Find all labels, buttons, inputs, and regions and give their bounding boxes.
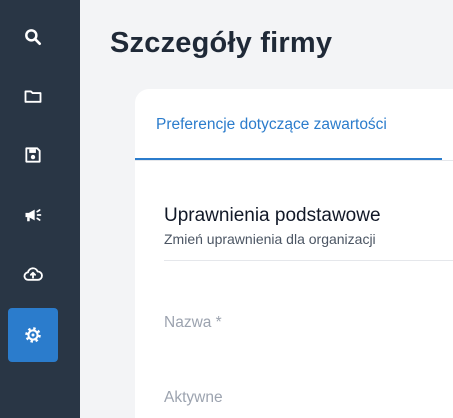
tab-content-preferences[interactable]: Preferencje dotyczące zawartości	[135, 89, 442, 161]
section-subtitle: Zmień uprawnienia dla organizacji	[164, 231, 376, 247]
active-field-label: Aktywne	[164, 389, 223, 406]
sidebar-item-upload[interactable]	[8, 247, 58, 301]
main-content: Szczegóły firmy Preferencje dotyczące za…	[80, 0, 453, 418]
sidebar-item-campaigns[interactable]	[8, 188, 58, 242]
search-icon	[25, 29, 42, 46]
save-icon	[25, 147, 41, 163]
sidebar	[0, 0, 80, 418]
tabs-divider	[135, 160, 453, 161]
section-title: Uprawnienia podstawowe	[164, 205, 381, 226]
page-title: Szczegóły firmy	[110, 27, 333, 59]
section-divider	[164, 260, 453, 261]
sidebar-item-settings[interactable]	[8, 308, 58, 362]
sidebar-item-folder[interactable]	[8, 69, 58, 123]
name-field-label: Nazwa *	[164, 314, 222, 331]
sidebar-item-search[interactable]	[8, 10, 58, 64]
tab-label: Preferencje dotyczące zawartości	[156, 116, 387, 133]
company-details-card: Preferencje dotyczące zawartości Uprawni…	[135, 89, 453, 418]
folder-icon	[24, 90, 42, 103]
megaphone-icon	[25, 209, 42, 222]
sidebar-item-save[interactable]	[8, 128, 58, 182]
gear-icon	[25, 327, 41, 343]
cloud-upload-icon	[23, 267, 43, 281]
app-window: Szczegóły firmy Preferencje dotyczące za…	[0, 0, 453, 418]
